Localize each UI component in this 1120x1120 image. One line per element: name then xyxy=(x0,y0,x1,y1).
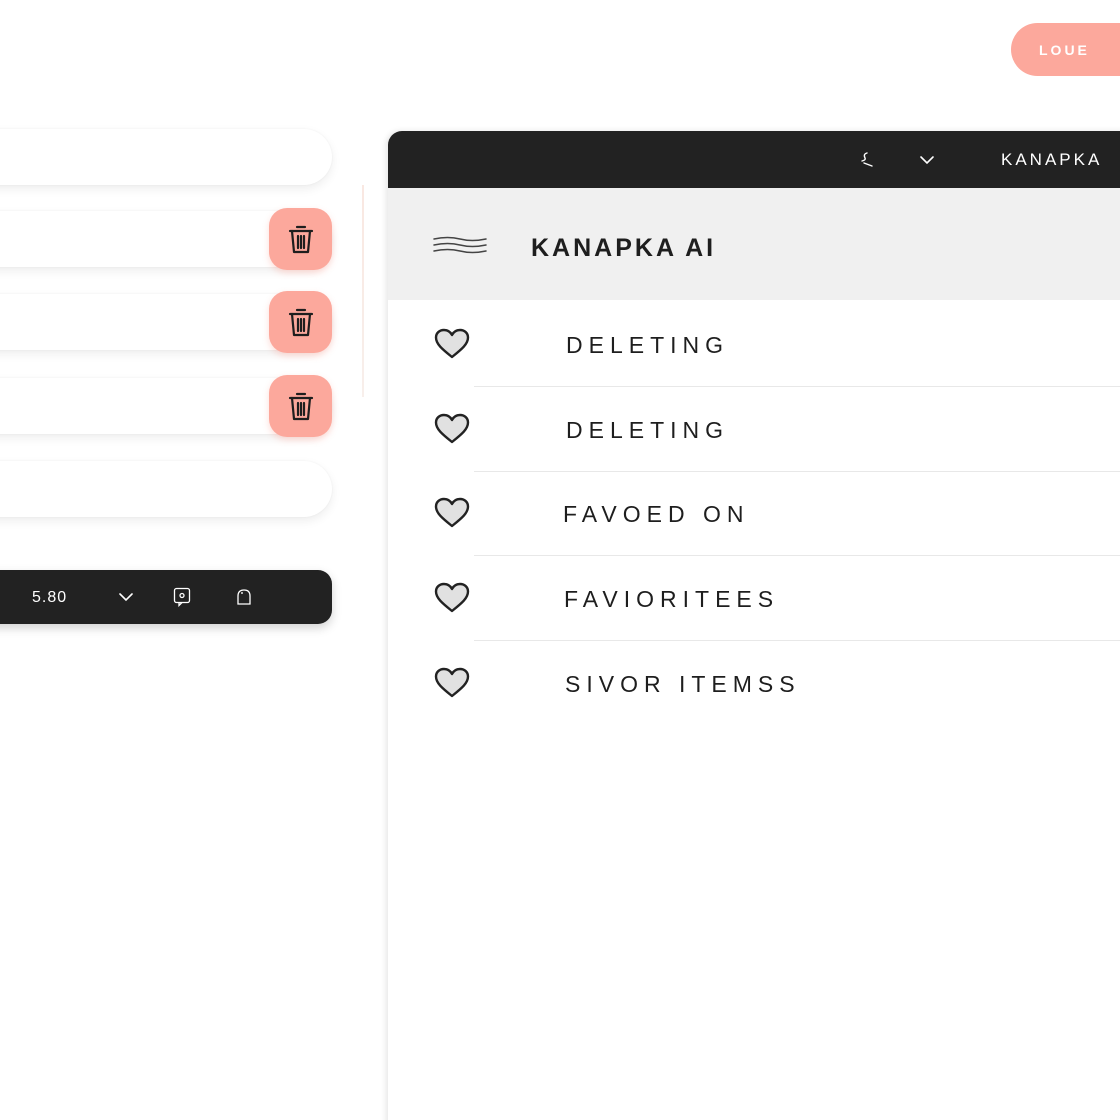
bottom-bar: 5.80 xyxy=(0,570,332,624)
delete-button[interactable] xyxy=(269,291,332,353)
list-item[interactable]: FAVIORITEES xyxy=(388,556,1120,641)
app-screen: LOUE 5.80 KANAPKA KANAPKA AI DELETING DE… xyxy=(0,0,1120,1120)
list-card[interactable] xyxy=(0,291,332,353)
chat-icon[interactable] xyxy=(173,570,191,624)
list-card[interactable] xyxy=(0,461,332,517)
panel-title: KANAPKA AI xyxy=(531,234,717,262)
list-card[interactable] xyxy=(0,129,332,185)
heart-icon[interactable] xyxy=(434,667,470,704)
delete-button[interactable] xyxy=(269,375,332,437)
brand-name: KANAPKA xyxy=(1001,150,1103,169)
trash-icon xyxy=(288,392,313,421)
search-icon[interactable] xyxy=(858,131,876,188)
heart-icon[interactable] xyxy=(434,497,470,534)
love-button[interactable]: LOUE xyxy=(1011,23,1120,76)
item-label: DELETING xyxy=(566,417,730,443)
chevron-down-icon[interactable] xyxy=(919,131,935,188)
list-card[interactable] xyxy=(0,375,332,437)
price-value: 5.80 xyxy=(32,589,68,606)
chevron-down-icon[interactable] xyxy=(118,570,134,624)
main-panel: KANAPKA KANAPKA AI DELETING DELETING FAV… xyxy=(388,131,1120,1120)
heart-icon[interactable] xyxy=(434,328,470,365)
delete-button[interactable] xyxy=(269,208,332,270)
list-item[interactable]: FAVOED ON xyxy=(388,471,1120,556)
panel-header: KANAPKA AI xyxy=(388,188,1120,300)
divider xyxy=(362,185,364,397)
item-label: SIVOR ITEMSS xyxy=(565,671,801,697)
love-button-label: LOUE xyxy=(1039,41,1090,58)
item-label: FAVIORITEES xyxy=(564,586,780,612)
heart-icon[interactable] xyxy=(434,582,470,619)
list-item[interactable]: SIVOR ITEMSS xyxy=(388,641,1120,726)
heart-icon[interactable] xyxy=(434,413,470,450)
list-card[interactable] xyxy=(0,208,332,270)
item-label: DELETING xyxy=(566,332,730,358)
bag-icon[interactable] xyxy=(236,570,252,624)
trash-icon xyxy=(288,308,313,337)
list-item[interactable]: DELETING xyxy=(388,302,1120,387)
item-label: FAVOED ON xyxy=(563,501,750,527)
panel-topbar: KANAPKA xyxy=(388,131,1120,188)
trash-icon xyxy=(288,225,313,254)
list-item[interactable]: DELETING xyxy=(388,387,1120,472)
menu-icon[interactable] xyxy=(432,236,488,259)
